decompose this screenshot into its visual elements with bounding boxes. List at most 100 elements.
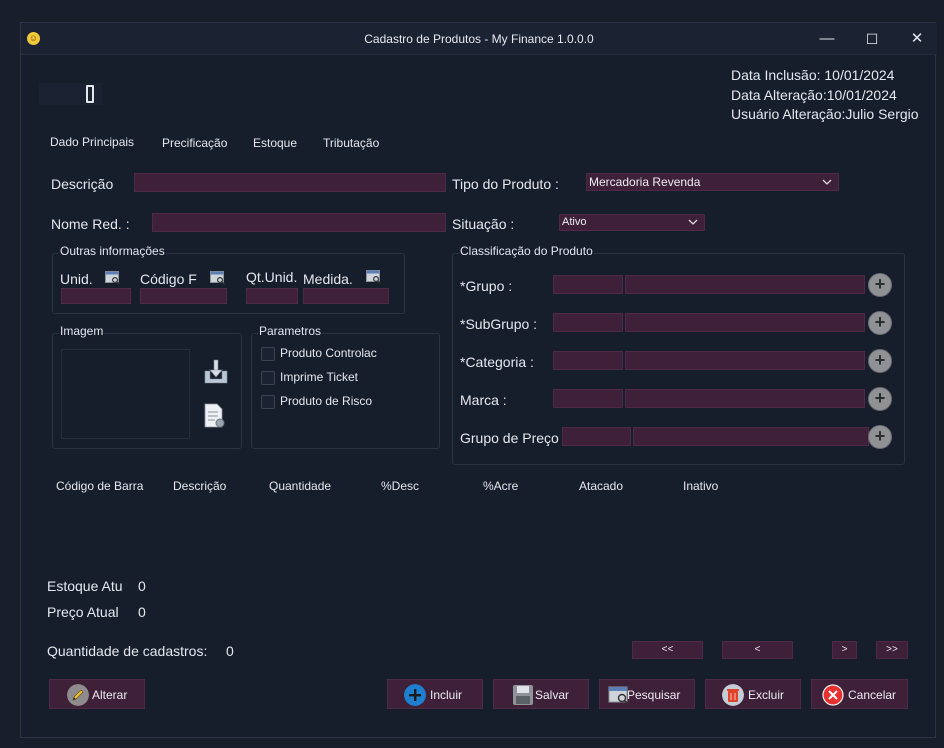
categoria-label: *Categoria :: [460, 354, 534, 370]
search-icon[interactable]: [210, 271, 226, 285]
maximize-button[interactable]: ☐: [850, 23, 894, 55]
column-descricao: Descrição: [173, 479, 227, 493]
tab-dado-principais[interactable]: Dado Principais: [50, 135, 134, 149]
produto-controlado-checkbox[interactable]: [261, 347, 275, 361]
grupo-desc-input[interactable]: [625, 275, 865, 294]
column-desc: %Desc: [381, 479, 420, 493]
imprime-ticket-label: Imprime Ticket: [280, 370, 359, 384]
estoque-label: Estoque Atu: [47, 578, 123, 594]
parametros-title: Parametros: [258, 324, 323, 338]
save-icon: [513, 685, 533, 705]
column-quantidade: Quantidade: [269, 479, 332, 493]
cancel-icon: [822, 684, 844, 706]
nome-red-input[interactable]: [152, 213, 446, 232]
produto-controlado-label: Produto Controlac: [280, 346, 377, 360]
cancelar-label: Cancelar: [848, 688, 897, 702]
add-grupo-preco-button[interactable]: +: [868, 425, 892, 449]
tipo-produto-label: Tipo do Produto :: [452, 176, 559, 192]
code-cursor: [86, 85, 94, 103]
close-button[interactable]: ✕: [895, 23, 939, 55]
outras-informacoes-title: Outras informações: [59, 244, 166, 258]
grupo-preco-desc-input[interactable]: [633, 427, 869, 446]
grupo-label: *Grupo :: [460, 278, 513, 294]
column-acre: %Acre: [483, 479, 519, 493]
incluir-button[interactable]: Incluir: [387, 679, 483, 709]
chevron-down-icon: [822, 174, 832, 196]
categoria-code-input[interactable]: [553, 351, 623, 370]
code-display: [39, 83, 102, 105]
nome-red-label: Nome Red. :: [51, 216, 130, 232]
search-icon[interactable]: [366, 270, 382, 284]
incluir-label: Incluir: [430, 688, 463, 702]
add-grupo-button[interactable]: +: [868, 273, 892, 297]
situacao-value: Ativo: [562, 216, 587, 228]
tab-tributacao[interactable]: Tributação: [323, 136, 379, 150]
subgrupo-desc-input[interactable]: [625, 313, 865, 332]
tab-precificacao[interactable]: Precificação: [162, 136, 227, 150]
produto-risco-label: Produto de Risco: [280, 394, 373, 408]
tipo-produto-value: Mercadoria Revenda: [589, 175, 701, 189]
add-marca-button[interactable]: +: [868, 387, 892, 411]
medida-input[interactable]: [303, 288, 389, 304]
search-icon[interactable]: [105, 271, 121, 285]
next-record-button[interactable]: >: [832, 641, 857, 659]
data-alteracao: Data Alteração:10/01/2024: [731, 87, 897, 103]
excluir-button[interactable]: Excluir: [705, 679, 801, 709]
alterar-label: Alterar: [92, 688, 128, 702]
descricao-input[interactable]: [134, 173, 446, 192]
imprime-ticket-checkbox[interactable]: [261, 371, 275, 385]
tipo-produto-select[interactable]: Mercadoria Revenda: [586, 173, 839, 191]
title-bar: ☺ Cadastro de Produtos - My Finance 1.0.…: [21, 23, 937, 55]
column-inativo: Inativo: [683, 479, 719, 493]
column-atacado: Atacado: [579, 479, 624, 493]
minimize-button[interactable]: —: [805, 23, 849, 55]
usuario-alteracao: Usuário Alteração:Julio Sergio: [731, 106, 919, 122]
situacao-label: Situação :: [452, 216, 515, 232]
subgrupo-label: *SubGrupo :: [460, 316, 538, 332]
pencil-icon: [67, 684, 89, 706]
download-icon[interactable]: [203, 359, 229, 385]
grupo-preco-label: Grupo de Preço: [460, 430, 559, 446]
plus-circle-icon: [404, 684, 426, 706]
subgrupo-code-input[interactable]: [553, 313, 623, 332]
salvar-button[interactable]: Salvar: [493, 679, 589, 709]
codigo-input[interactable]: [140, 288, 227, 304]
data-inclusao: Data Inclusão: 10/01/2024: [731, 67, 895, 83]
medida-label: Medida.: [303, 271, 353, 287]
codigo-label: Código F: [140, 271, 197, 287]
column-codigo-barra: Código de Barra: [56, 479, 144, 493]
add-subgrupo-button[interactable]: +: [868, 311, 892, 335]
unid-label: Unid.: [60, 271, 93, 287]
qtd-cadastros-label: Quantidade de cadastros:: [47, 643, 208, 659]
marca-code-input[interactable]: [553, 389, 623, 408]
tab-estoque[interactable]: Estoque: [253, 136, 297, 150]
marca-label: Marca :: [460, 392, 507, 408]
produto-risco-checkbox[interactable]: [261, 395, 275, 409]
cancelar-button[interactable]: Cancelar: [811, 679, 908, 709]
categoria-desc-input[interactable]: [625, 351, 865, 370]
first-record-button[interactable]: <<: [632, 641, 703, 659]
situacao-select[interactable]: Ativo: [559, 214, 705, 231]
preco-label: Preço Atual: [47, 604, 119, 620]
trash-icon: [722, 684, 744, 706]
chevron-down-icon: [688, 215, 698, 235]
document-icon[interactable]: [204, 403, 226, 429]
window-title: Cadastro de Produtos - My Finance 1.0.0.…: [364, 32, 594, 46]
qtd-cadastros-value: 0: [226, 643, 234, 659]
unid-input[interactable]: [61, 288, 131, 304]
salvar-label: Salvar: [535, 688, 570, 702]
marca-desc-input[interactable]: [625, 389, 865, 408]
pesquisar-button[interactable]: Pesquisar: [599, 679, 695, 709]
alterar-button[interactable]: Alterar: [49, 679, 145, 709]
qt-unid-label: Qt.Unid.: [246, 269, 298, 285]
imagem-title: Imagem: [59, 324, 105, 338]
grupo-preco-code-input[interactable]: [562, 427, 631, 446]
last-record-button[interactable]: >>: [876, 641, 908, 659]
grupo-code-input[interactable]: [553, 275, 623, 294]
prev-record-button[interactable]: <: [722, 641, 793, 659]
excluir-label: Excluir: [748, 688, 785, 702]
preco-value: 0: [138, 604, 146, 620]
qt-unid-input[interactable]: [246, 288, 298, 304]
pesquisar-label: Pesquisar: [627, 688, 681, 702]
add-categoria-button[interactable]: +: [868, 349, 892, 373]
